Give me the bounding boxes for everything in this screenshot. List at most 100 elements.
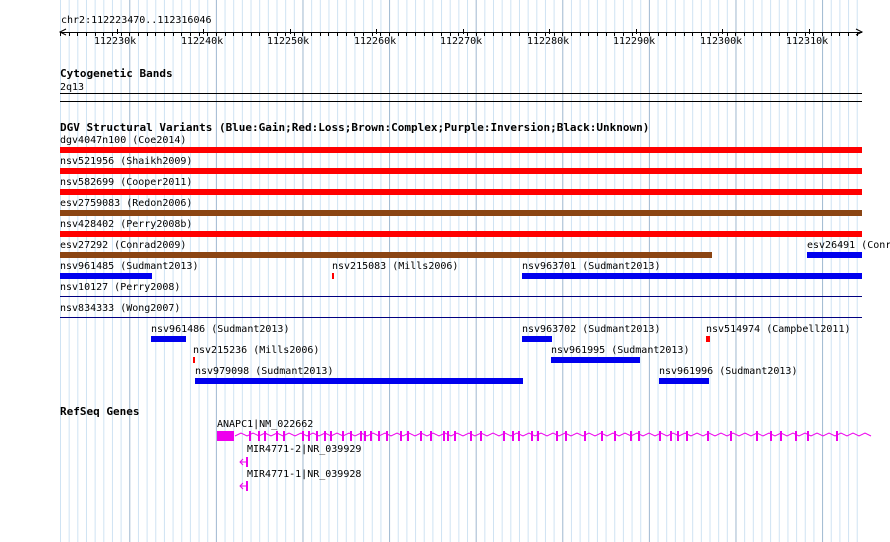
gene-exon — [342, 431, 344, 441]
gene-exon — [670, 431, 672, 441]
ruler-tick — [320, 33, 321, 36]
cytoband-track-title[interactable]: Cytogenetic Bands — [60, 68, 173, 80]
ruler-major-tick — [376, 29, 377, 34]
tick-label: 112310k — [786, 36, 829, 47]
ruler-tick — [337, 33, 338, 36]
ruler-tick — [580, 33, 581, 36]
variant-gain-bar[interactable] — [659, 378, 709, 384]
feature-label: esv2759083 (Redon2006) — [60, 198, 193, 209]
variant-gain-bar[interactable] — [522, 336, 552, 342]
genome-browser-panel: chr2:112223470..112316046 112230k 112240… — [0, 0, 890, 542]
ruler-tick — [779, 33, 780, 36]
variant-gain-bar[interactable] — [522, 273, 862, 279]
variant-separator-line[interactable] — [60, 317, 862, 318]
gene-exon — [454, 431, 456, 441]
variant-gain-bar[interactable] — [807, 252, 862, 258]
cytoband-bar-bottom — [60, 101, 862, 102]
variant-loss-bar[interactable] — [332, 273, 334, 279]
ruler-tick — [432, 33, 433, 36]
ruler-major-tick — [463, 29, 464, 34]
gene-exon — [584, 431, 586, 441]
ruler-tick — [831, 33, 832, 36]
ruler-tick — [69, 33, 70, 36]
gene-exon — [614, 431, 616, 441]
variant-gain-bar[interactable] — [151, 336, 186, 342]
gene-exon — [217, 431, 234, 441]
variant-loss-bar[interactable] — [60, 189, 862, 195]
dgv-track-title[interactable]: DGV Structural Variants (Blue:Gain;Red:L… — [60, 122, 649, 134]
ruler-tick — [597, 33, 598, 36]
ruler-major-tick — [290, 29, 291, 34]
ruler-tick — [744, 33, 745, 36]
ruler-major-tick — [117, 29, 118, 34]
gene-exon — [836, 431, 838, 441]
gene-exon — [795, 431, 797, 441]
ruler-major-tick — [549, 29, 550, 34]
refseq-track-title[interactable]: RefSeq Genes — [60, 406, 139, 418]
feature-label: nsv961486 (Sudmant2013) — [151, 324, 290, 335]
gene-exon — [638, 431, 640, 441]
feature-label: esv27292 (Conrad2009) — [60, 240, 187, 251]
gene-label: MIR4771-1|NR_039928 — [247, 469, 362, 480]
ruler-tick — [484, 33, 485, 36]
gene-exon — [249, 431, 251, 441]
feature-label: nsv963701 (Sudmant2013) — [522, 261, 661, 272]
tick-label: 112230k — [94, 36, 137, 47]
gene-exon — [364, 431, 366, 441]
variant-complex-bar[interactable] — [60, 252, 712, 258]
variant-loss-bar[interactable] — [60, 147, 862, 153]
feature-label: dgv4047n100 (Coe2014) — [60, 135, 187, 146]
gene-exon — [503, 431, 505, 441]
gene-exon — [283, 431, 285, 441]
variant-loss-bar[interactable] — [60, 168, 862, 174]
ruler-tick — [571, 33, 572, 36]
ruler-tick — [398, 33, 399, 36]
gene-models[interactable] — [0, 425, 890, 495]
gene-exon — [316, 431, 318, 441]
cytoband-bar-top[interactable] — [60, 93, 862, 94]
feature-label: nsv428402 (Perry2008b) — [60, 219, 193, 230]
variant-gain-bar[interactable] — [195, 378, 523, 384]
gene-exon — [512, 431, 514, 441]
feature-label: nsv979098 (Sudmant2013) — [195, 366, 334, 377]
ruler-tick — [770, 33, 771, 36]
ruler-tick — [346, 33, 347, 36]
gene-exon — [565, 431, 567, 441]
variant-loss-bar[interactable] — [193, 357, 195, 363]
ruler-tick — [424, 33, 425, 36]
feature-label: nsv963702 (Sudmant2013) — [522, 324, 661, 335]
ruler-tick — [761, 33, 762, 36]
variant-loss-bar[interactable] — [60, 231, 862, 237]
variant-complex-bar[interactable] — [60, 210, 862, 216]
ruler-tick — [242, 33, 243, 36]
ruler-tick — [857, 33, 858, 36]
ruler-tick — [328, 33, 329, 36]
ruler-tick — [848, 33, 849, 36]
variant-separator-line[interactable] — [60, 296, 862, 297]
tick-label: 112300k — [700, 36, 743, 47]
gene-exon — [807, 431, 809, 441]
gene-exon — [324, 431, 326, 441]
ruler-tick — [311, 33, 312, 36]
cytoband-label: 2q13 — [60, 82, 85, 93]
feature-label: nsv961995 (Sudmant2013) — [551, 345, 690, 356]
tick-label: 112280k — [527, 36, 570, 47]
gene-exon — [659, 431, 661, 441]
feature-label: esv26491 (Conr — [807, 240, 890, 251]
gene-exon — [780, 431, 782, 441]
gene-exon — [400, 431, 402, 441]
gene-exon — [677, 431, 679, 441]
ruler-major-tick — [203, 29, 204, 34]
ruler-tick — [839, 33, 840, 36]
variant-loss-bar[interactable] — [706, 336, 710, 342]
variant-gain-bar[interactable] — [60, 273, 152, 279]
gene-exon — [518, 431, 520, 441]
ruler-tick — [60, 33, 61, 36]
variant-gain-bar[interactable] — [551, 357, 640, 363]
gene-exon — [370, 431, 372, 441]
feature-label: nsv10127 (Perry2008) — [60, 282, 181, 293]
gene-exon — [360, 431, 362, 441]
ruler-tick — [692, 33, 693, 36]
gene-exon — [443, 431, 445, 441]
feature-label: nsv961996 (Sudmant2013) — [659, 366, 798, 377]
